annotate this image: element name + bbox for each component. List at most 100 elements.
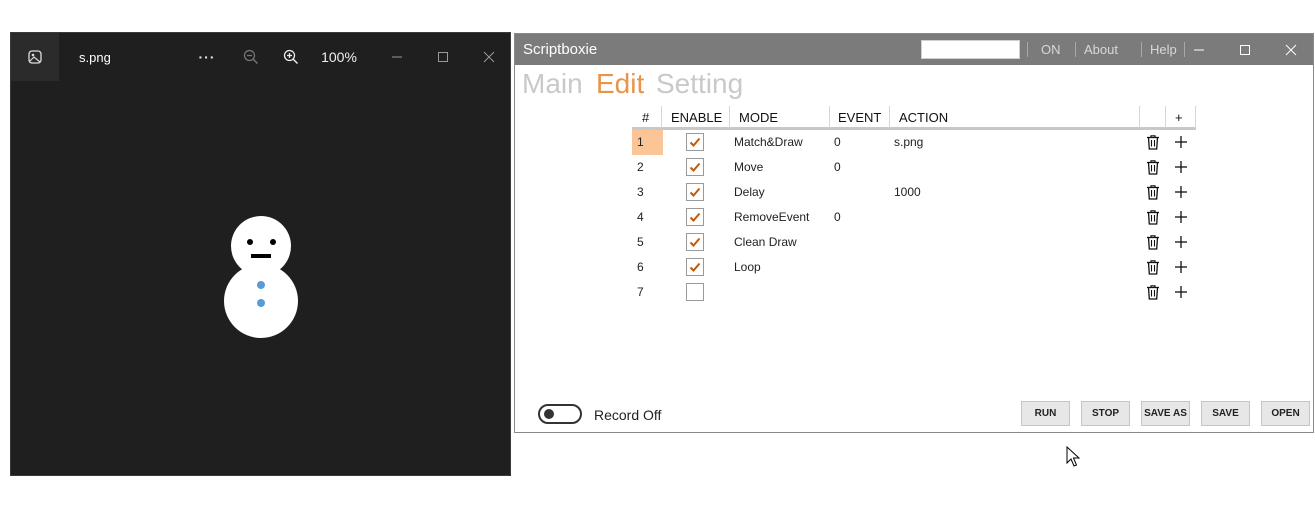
mode-cell[interactable]: Loop	[734, 260, 761, 274]
photos-app-icon[interactable]	[11, 33, 59, 81]
table-body: 1 Match&Draw 0 s.png 2 Move 0 3 Delay 1000 4 Remove…	[632, 130, 1196, 305]
column-header-action[interactable]: ACTION	[899, 110, 948, 125]
menu-divider	[1075, 42, 1076, 57]
enable-checkbox[interactable]	[686, 133, 704, 151]
search-input[interactable]	[921, 40, 1020, 59]
about-menu-item[interactable]: About	[1084, 42, 1118, 57]
column-header-event[interactable]: EVENT	[838, 110, 881, 125]
table-header: # ENABLE MODE EVENT ACTION +	[632, 106, 1196, 130]
menu-divider	[1027, 42, 1028, 57]
delete-row-icon[interactable]	[1145, 184, 1161, 200]
minimize-icon[interactable]	[1187, 38, 1211, 62]
script-table: # ENABLE MODE EVENT ACTION + 1 Match&Draw…	[632, 106, 1196, 305]
delete-row-icon[interactable]	[1145, 134, 1161, 150]
enable-checkbox[interactable]	[686, 183, 704, 201]
close-icon[interactable]	[1279, 38, 1303, 62]
zoom-level[interactable]: 100%	[319, 45, 359, 69]
photo-viewer-window: s.png ··· 100%	[10, 32, 511, 476]
tab-edit[interactable]: Edit	[596, 68, 644, 100]
mode-cell[interactable]: Delay	[734, 185, 765, 199]
column-header-enable[interactable]: ENABLE	[671, 110, 722, 125]
enable-checkbox[interactable]	[686, 283, 704, 301]
zoom-out-icon[interactable]	[239, 45, 263, 69]
table-row[interactable]: 2 Move 0	[632, 155, 1196, 180]
enable-checkbox[interactable]	[686, 258, 704, 276]
snowman-image	[224, 216, 298, 338]
enable-checkbox[interactable]	[686, 233, 704, 251]
mode-cell[interactable]: Clean Draw	[734, 235, 797, 249]
column-divider	[1139, 106, 1140, 128]
save-as-button[interactable]: SAVE AS	[1141, 401, 1190, 426]
row-number: 5	[637, 235, 644, 249]
column-header-mode[interactable]: MODE	[739, 110, 778, 125]
column-divider	[1195, 106, 1196, 128]
zoom-in-icon[interactable]	[279, 45, 303, 69]
column-divider	[829, 106, 830, 128]
column-divider	[661, 106, 662, 128]
open-button[interactable]: OPEN	[1261, 401, 1310, 426]
viewer-filename: s.png	[79, 50, 111, 65]
toggle-knob	[544, 409, 554, 419]
add-row-icon[interactable]	[1173, 234, 1189, 250]
close-icon[interactable]	[477, 45, 501, 69]
minimize-icon[interactable]	[385, 45, 409, 69]
table-row[interactable]: 3 Delay 1000	[632, 180, 1196, 205]
run-button[interactable]: RUN	[1021, 401, 1070, 426]
row-number: 6	[637, 260, 644, 274]
menu-divider	[1184, 42, 1185, 57]
add-row-icon[interactable]	[1173, 284, 1189, 300]
mode-cell[interactable]: Move	[734, 160, 763, 174]
action-cell[interactable]: s.png	[894, 135, 923, 149]
maximize-icon[interactable]	[431, 45, 455, 69]
add-row-icon[interactable]	[1173, 209, 1189, 225]
table-row[interactable]: 7	[632, 280, 1196, 305]
row-number: 1	[637, 135, 644, 149]
row-number: 4	[637, 210, 644, 224]
row-number: 2	[637, 160, 644, 174]
delete-row-icon[interactable]	[1145, 259, 1161, 275]
event-cell[interactable]: 0	[834, 160, 841, 174]
table-row[interactable]: 5 Clean Draw	[632, 230, 1196, 255]
mode-cell[interactable]: Match&Draw	[734, 135, 803, 149]
add-row-icon[interactable]	[1173, 259, 1189, 275]
save-button[interactable]: SAVE	[1201, 401, 1250, 426]
image-canvas	[11, 81, 510, 475]
enable-checkbox[interactable]	[686, 158, 704, 176]
record-status-label: Record Off	[594, 407, 662, 423]
delete-row-icon[interactable]	[1145, 159, 1161, 175]
help-menu-item[interactable]: Help	[1150, 42, 1177, 57]
add-row-icon[interactable]	[1173, 159, 1189, 175]
column-header-add[interactable]: +	[1175, 110, 1183, 125]
tab-main[interactable]: Main	[522, 68, 583, 100]
scriptboxie-window: Scriptboxie ON About Help Main Edit Sett…	[514, 33, 1314, 433]
column-divider	[729, 106, 730, 128]
table-row[interactable]: 1 Match&Draw 0 s.png	[632, 130, 1196, 155]
delete-row-icon[interactable]	[1145, 284, 1161, 300]
row-number: 3	[637, 185, 644, 199]
column-divider	[1165, 106, 1166, 128]
table-row[interactable]: 4 RemoveEvent 0	[632, 205, 1196, 230]
add-row-icon[interactable]	[1173, 184, 1189, 200]
window-title: Scriptboxie	[523, 41, 598, 58]
mode-cell[interactable]: RemoveEvent	[734, 210, 809, 224]
delete-row-icon[interactable]	[1145, 234, 1161, 250]
maximize-icon[interactable]	[1233, 38, 1257, 62]
action-cell[interactable]: 1000	[894, 185, 921, 199]
tab-setting[interactable]: Setting	[656, 68, 743, 100]
event-cell[interactable]: 0	[834, 210, 841, 224]
more-options-icon[interactable]: ···	[195, 45, 219, 69]
table-row[interactable]: 6 Loop	[632, 255, 1196, 280]
column-header-number[interactable]: #	[642, 110, 649, 125]
event-cell[interactable]: 0	[834, 135, 841, 149]
mouse-cursor-icon	[1066, 446, 1080, 467]
add-row-icon[interactable]	[1173, 134, 1189, 150]
delete-row-icon[interactable]	[1145, 209, 1161, 225]
column-divider	[889, 106, 890, 128]
enable-checkbox[interactable]	[686, 208, 704, 226]
record-toggle[interactable]	[538, 404, 582, 424]
scriptboxie-titlebar: Scriptboxie ON About Help	[515, 34, 1313, 65]
viewer-titlebar: s.png ··· 100%	[11, 33, 510, 81]
on-menu-item[interactable]: ON	[1041, 42, 1061, 57]
row-number: 7	[637, 285, 644, 299]
stop-button[interactable]: STOP	[1081, 401, 1130, 426]
